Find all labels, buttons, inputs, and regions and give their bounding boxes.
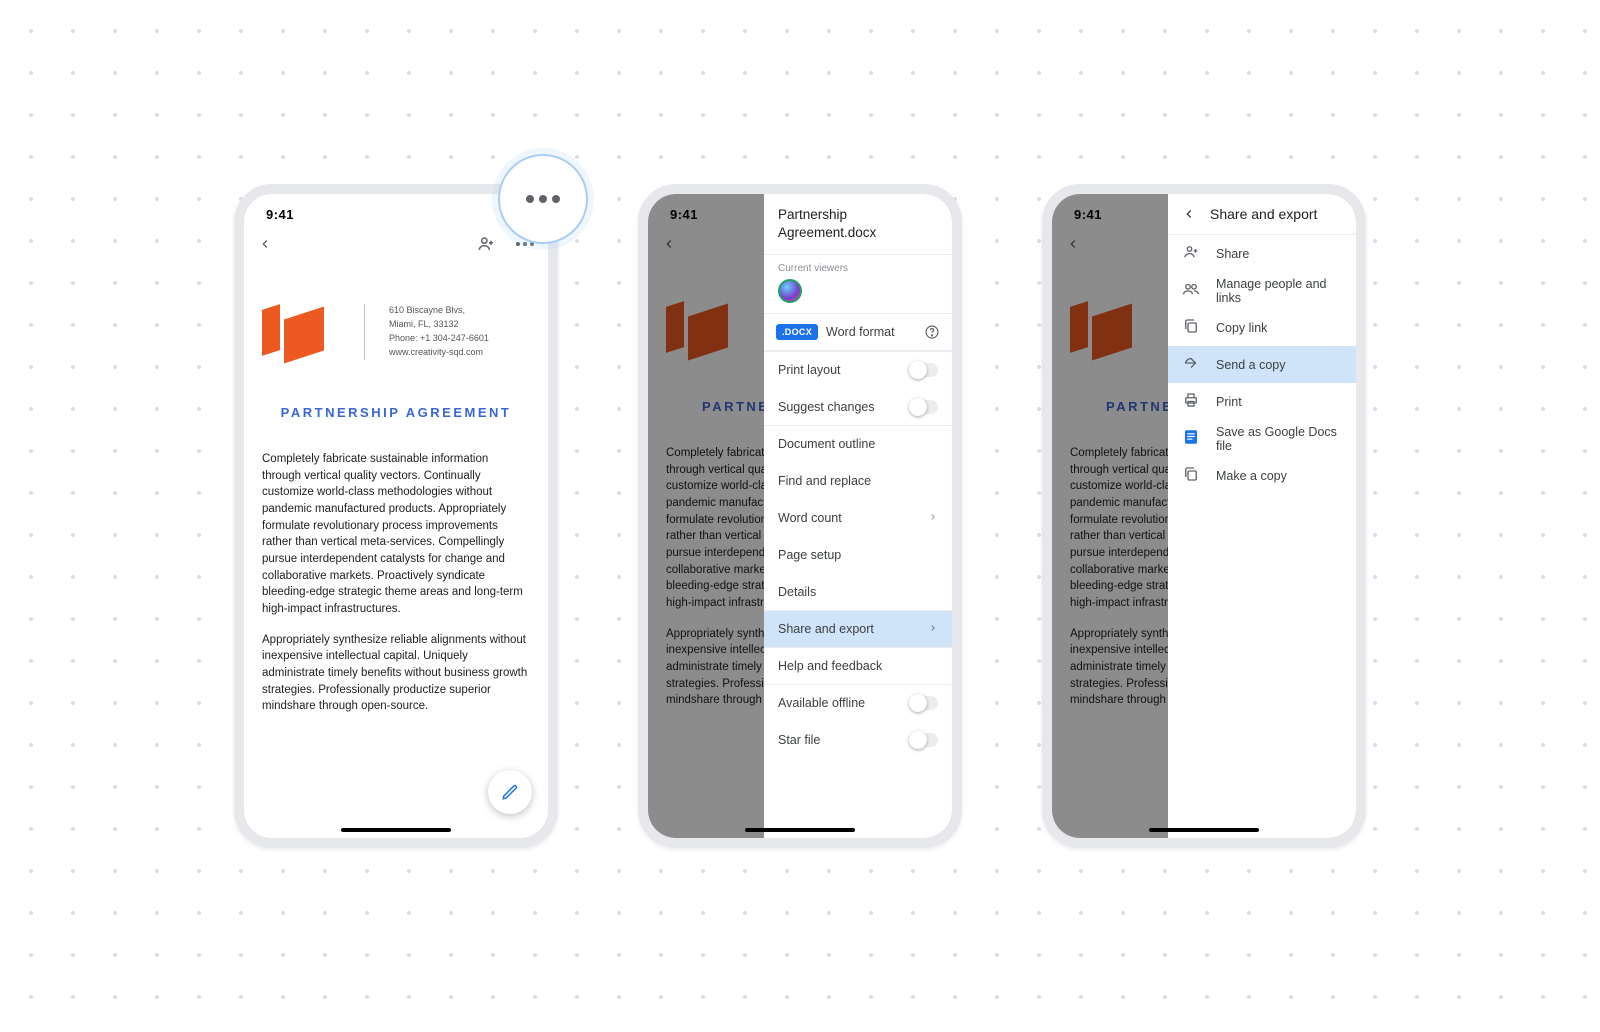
share-item-share[interactable]: Share bbox=[1168, 235, 1356, 272]
copy-icon bbox=[1182, 465, 1200, 486]
back-icon[interactable] bbox=[1182, 207, 1196, 221]
help-icon[interactable] bbox=[924, 324, 940, 340]
share-item-send-copy[interactable]: Send a copy bbox=[1168, 346, 1356, 383]
share-item-manage[interactable]: Manage people and links bbox=[1168, 272, 1356, 309]
menu-print-layout[interactable]: Print layout bbox=[764, 351, 952, 388]
current-viewers-label: Current viewers bbox=[778, 263, 938, 274]
share-item-save-gdocs[interactable]: Save as Google Docs file bbox=[1168, 420, 1356, 457]
menu-details[interactable]: Details bbox=[764, 573, 952, 610]
viewer-avatar[interactable] bbox=[778, 279, 802, 303]
phone-mock-3: 9:41 PARTNERSHIP AGREEM bbox=[1042, 184, 1366, 848]
back-icon[interactable] bbox=[258, 237, 272, 251]
menu-share-export[interactable]: Share and export bbox=[764, 610, 952, 647]
toggle-off[interactable] bbox=[910, 363, 938, 377]
overflow-menu: Partnership Agreement.docx Current viewe… bbox=[764, 194, 952, 838]
add-person-icon[interactable] bbox=[476, 234, 496, 254]
menu-word-count[interactable]: Word count bbox=[764, 499, 952, 536]
share-item-print[interactable]: Print bbox=[1168, 383, 1356, 420]
document-body: 610 Biscayne Blvs, Miami, FL, 33132 Phon… bbox=[244, 266, 548, 838]
menu-page-setup[interactable]: Page setup bbox=[764, 536, 952, 573]
chevron-right-icon bbox=[928, 622, 938, 636]
company-logo bbox=[262, 307, 324, 357]
home-indicator bbox=[1149, 828, 1259, 832]
letterhead-address: 610 Biscayne Blvs, Miami, FL, 33132 Phon… bbox=[389, 304, 489, 360]
doc-paragraph: Appropriately synthesize reliable alignm… bbox=[262, 632, 530, 715]
chevron-right-icon bbox=[928, 511, 938, 525]
send-icon bbox=[1182, 354, 1200, 375]
edit-fab[interactable] bbox=[488, 770, 532, 814]
doc-title: PARTNERSHIP AGREEMENT bbox=[262, 404, 530, 423]
menu-suggest-changes[interactable]: Suggest changes bbox=[764, 388, 952, 425]
sheet-title: Share and export bbox=[1210, 206, 1317, 222]
docx-badge: .DOCX bbox=[776, 324, 818, 340]
clock: 9:41 bbox=[266, 207, 294, 222]
print-icon bbox=[1182, 391, 1200, 412]
menu-file-title: Partnership Agreement.docx bbox=[764, 194, 952, 254]
toggle-off[interactable] bbox=[910, 400, 938, 414]
phone-mock-2: 9:41 PARTNERSHIP AGREEM bbox=[638, 184, 962, 848]
menu-find-replace[interactable]: Find and replace bbox=[764, 462, 952, 499]
share-item-make-copy[interactable]: Make a copy bbox=[1168, 457, 1356, 494]
add-person-icon bbox=[1182, 243, 1200, 264]
menu-available-offline[interactable]: Available offline bbox=[764, 684, 952, 721]
share-export-menu: Share and export Share Manage people and… bbox=[1168, 194, 1356, 838]
menu-help-feedback[interactable]: Help and feedback bbox=[764, 647, 952, 684]
people-icon bbox=[1182, 280, 1200, 301]
copy-icon bbox=[1182, 317, 1200, 338]
more-button-highlight bbox=[498, 154, 588, 244]
google-docs-icon bbox=[1182, 428, 1200, 449]
share-item-copy-link[interactable]: Copy link bbox=[1168, 309, 1356, 346]
home-indicator bbox=[745, 828, 855, 832]
phone-mock-1: 9:41 bbox=[234, 184, 558, 848]
format-label: Word format bbox=[826, 325, 895, 339]
home-indicator bbox=[341, 828, 451, 832]
menu-document-outline[interactable]: Document outline bbox=[764, 425, 952, 462]
doc-paragraph: Completely fabricate sustainable informa… bbox=[262, 451, 530, 618]
menu-star-file[interactable]: Star file bbox=[764, 721, 952, 758]
toggle-off[interactable] bbox=[910, 696, 938, 710]
toggle-off[interactable] bbox=[910, 733, 938, 747]
